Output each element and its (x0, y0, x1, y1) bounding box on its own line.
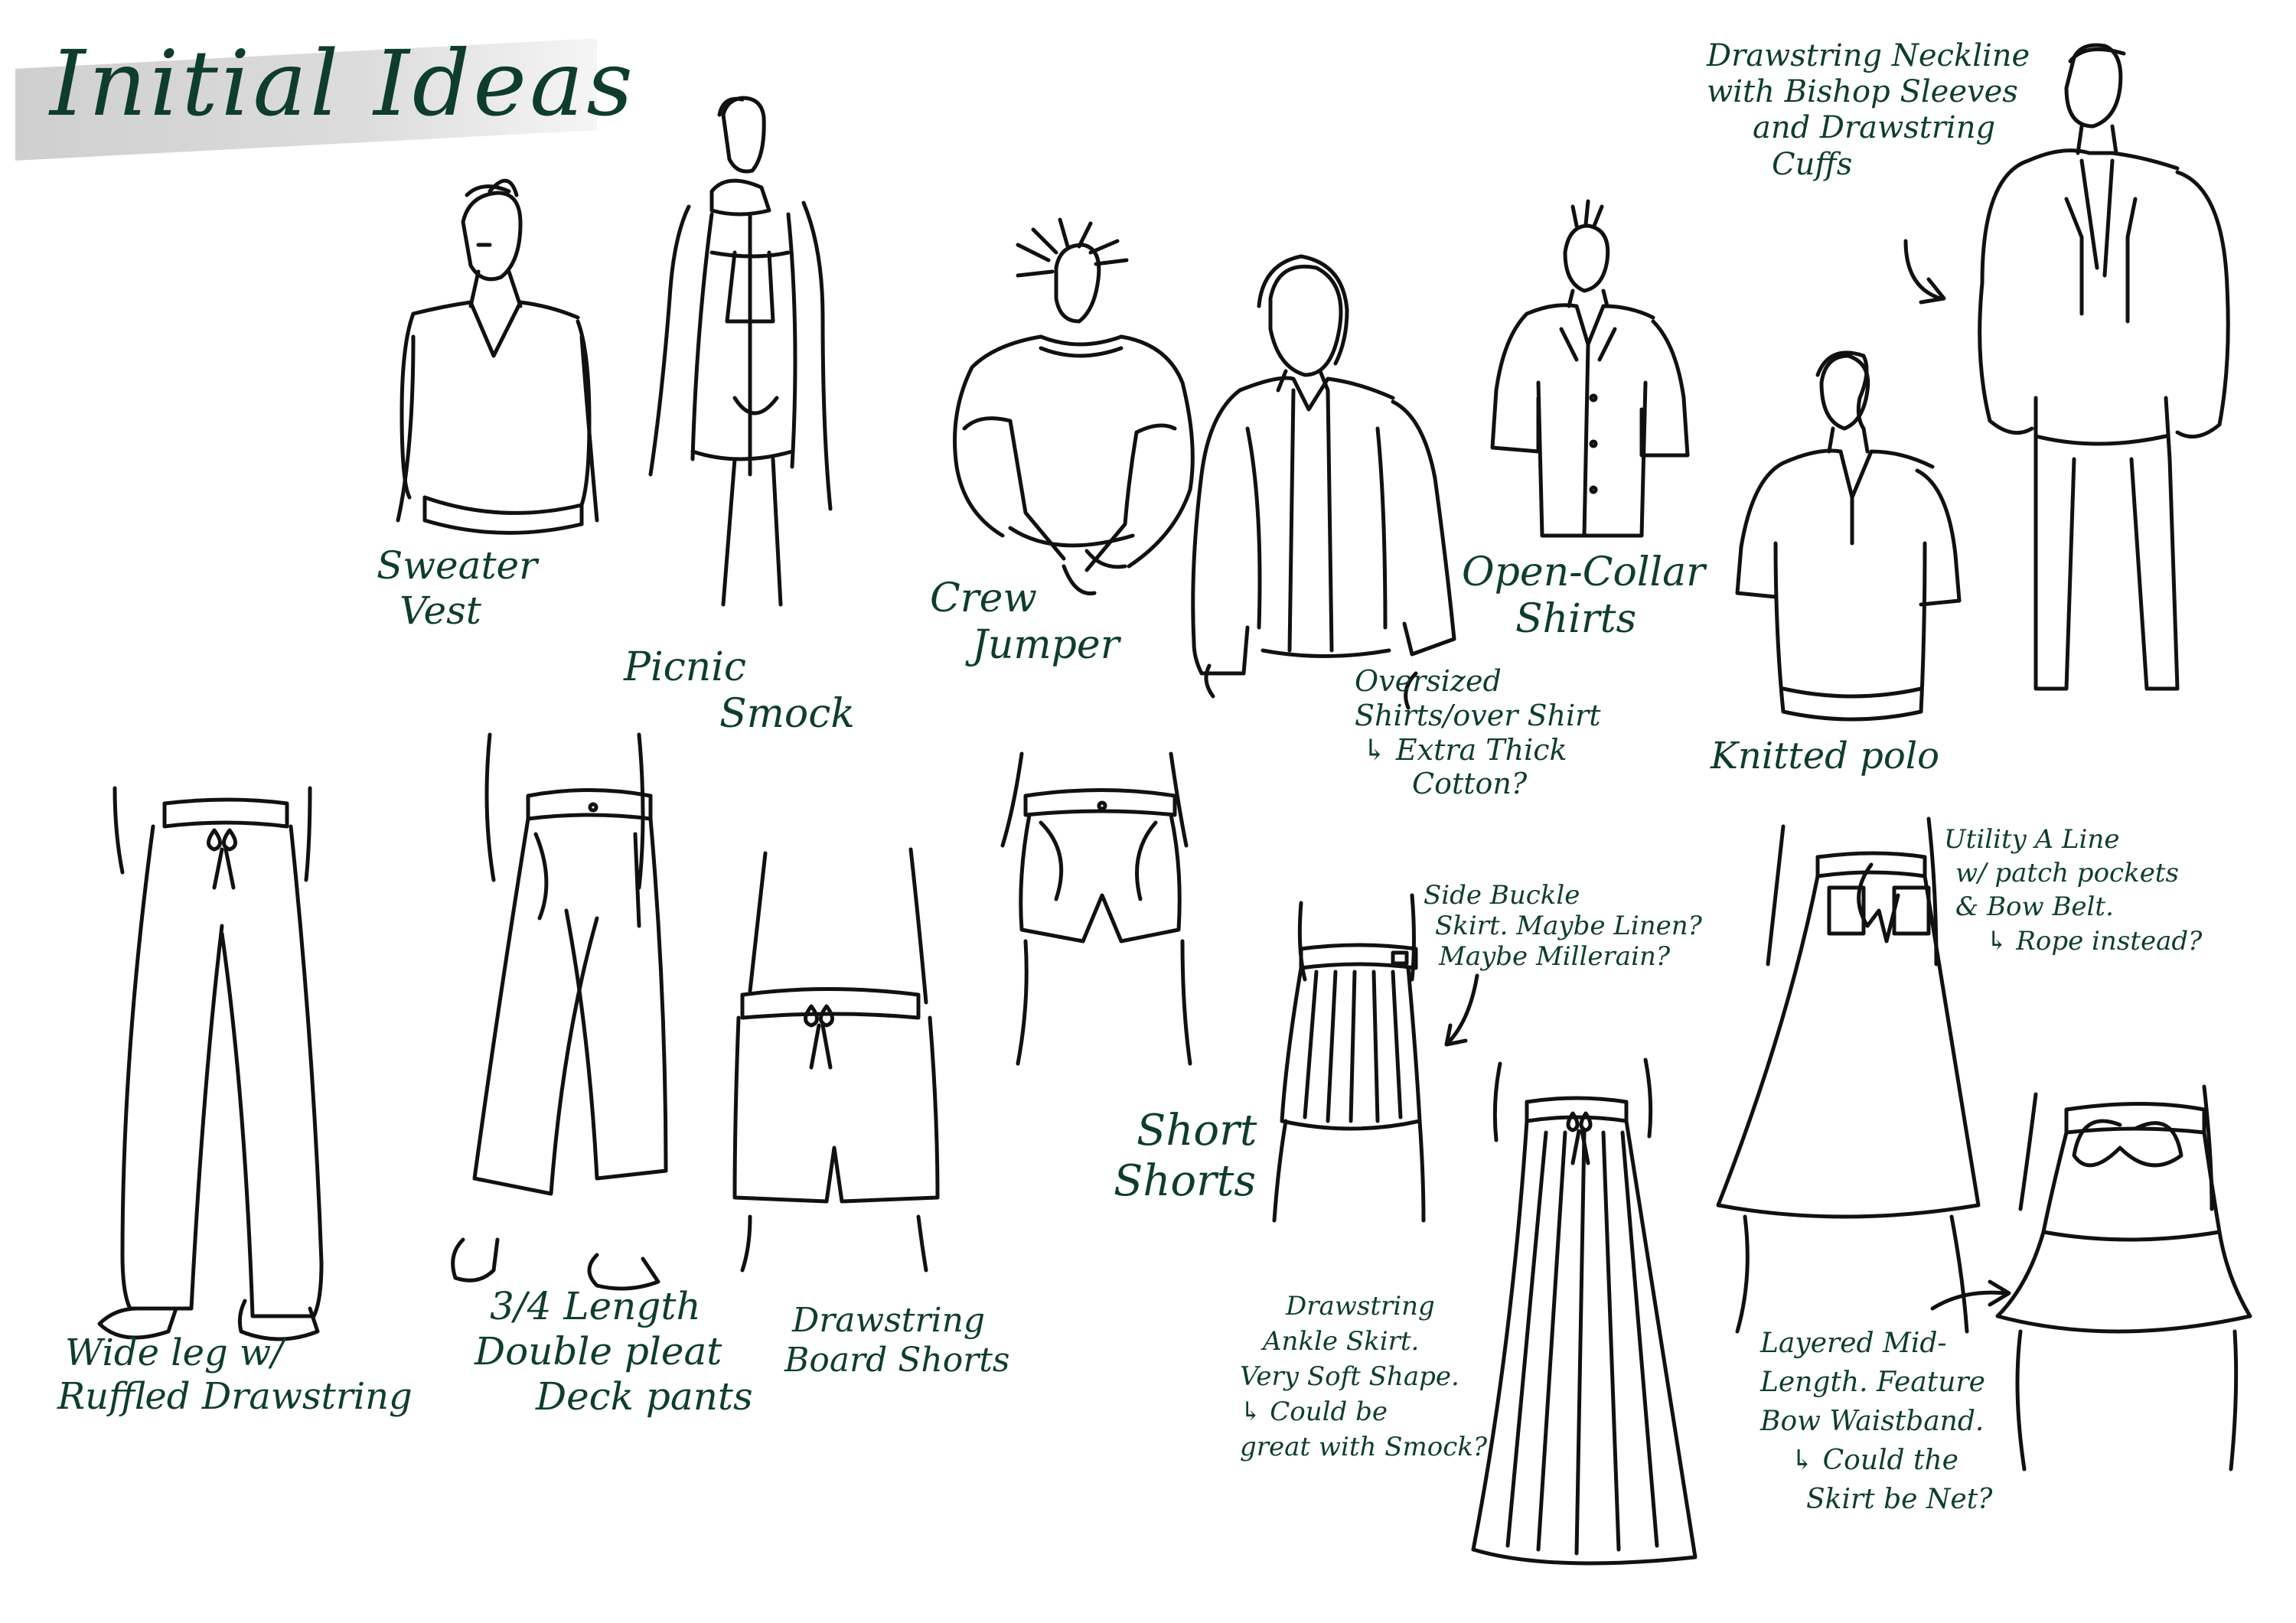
label-board-shorts: Drawstring Board Shorts (784, 1301, 1010, 1380)
sketch-a-line-skirt (1716, 816, 1981, 1334)
sketch-board-shorts (732, 847, 940, 1273)
sketch-sweater-vest (396, 178, 599, 535)
label-layered-skirt: Layered Mid- Length. Feature Bow Waistba… (1760, 1328, 1993, 1516)
label-drawstring-neckline: Drawstring Neckline with Bishop Sleeves … (1707, 38, 2030, 182)
sketch-oversized-shirt (1191, 254, 1456, 710)
label-wide-leg: Wide leg w/Ruffled Drawstring (57, 1331, 413, 1418)
label-oversized-shirts: Oversized Shirts/over Shirt ↳ Extra Thic… (1355, 664, 1601, 801)
sketch-deck-pants (451, 732, 668, 1291)
label-knitted-polo: Knitted polo (1711, 735, 1939, 777)
sketch-layered-skirt (1995, 1084, 2252, 1471)
label-deck-pants: 3/4 Length Double pleat Deck pants (475, 1284, 753, 1419)
sketch-knitted-polo (1735, 350, 1962, 722)
label-sweater-vest: Sweater Vest (377, 543, 538, 633)
sketch-wide-leg-trousers (97, 786, 324, 1341)
label-picnic-smock: Picnic Smock (624, 644, 855, 738)
label-open-collar-shirts: Open-Collar Shirts (1462, 549, 1705, 643)
label-side-buckle-skirt: Side Buckle Skirt. Maybe Linen? Maybe Mi… (1424, 880, 1702, 973)
sketch-short-shorts (1000, 751, 1192, 1066)
label-a-line-skirt: Utility A Line w/ patch pockets & Bow Be… (1944, 824, 2203, 957)
label-short-shorts: Short Shorts (1114, 1106, 1257, 1207)
label-ankle-skirt: Drawstring Ankle Skirt. Very Soft Shape.… (1240, 1291, 1488, 1462)
sketch-crew-jumper (953, 217, 1195, 596)
sketch-open-collar-shirt (1490, 199, 1690, 538)
sketch-side-buckle-skirt (1272, 893, 1426, 1223)
drawstring-neckline-arrow (1903, 239, 1946, 305)
label-crew-jumper: Crew Jumper (930, 575, 1120, 669)
side-buckle-arrow (1444, 973, 1479, 1047)
sketch-ankle-skirt (1471, 1058, 1698, 1566)
sketch-picnic-smock (648, 96, 833, 607)
layered-skirt-arrow (1930, 1279, 2011, 1311)
